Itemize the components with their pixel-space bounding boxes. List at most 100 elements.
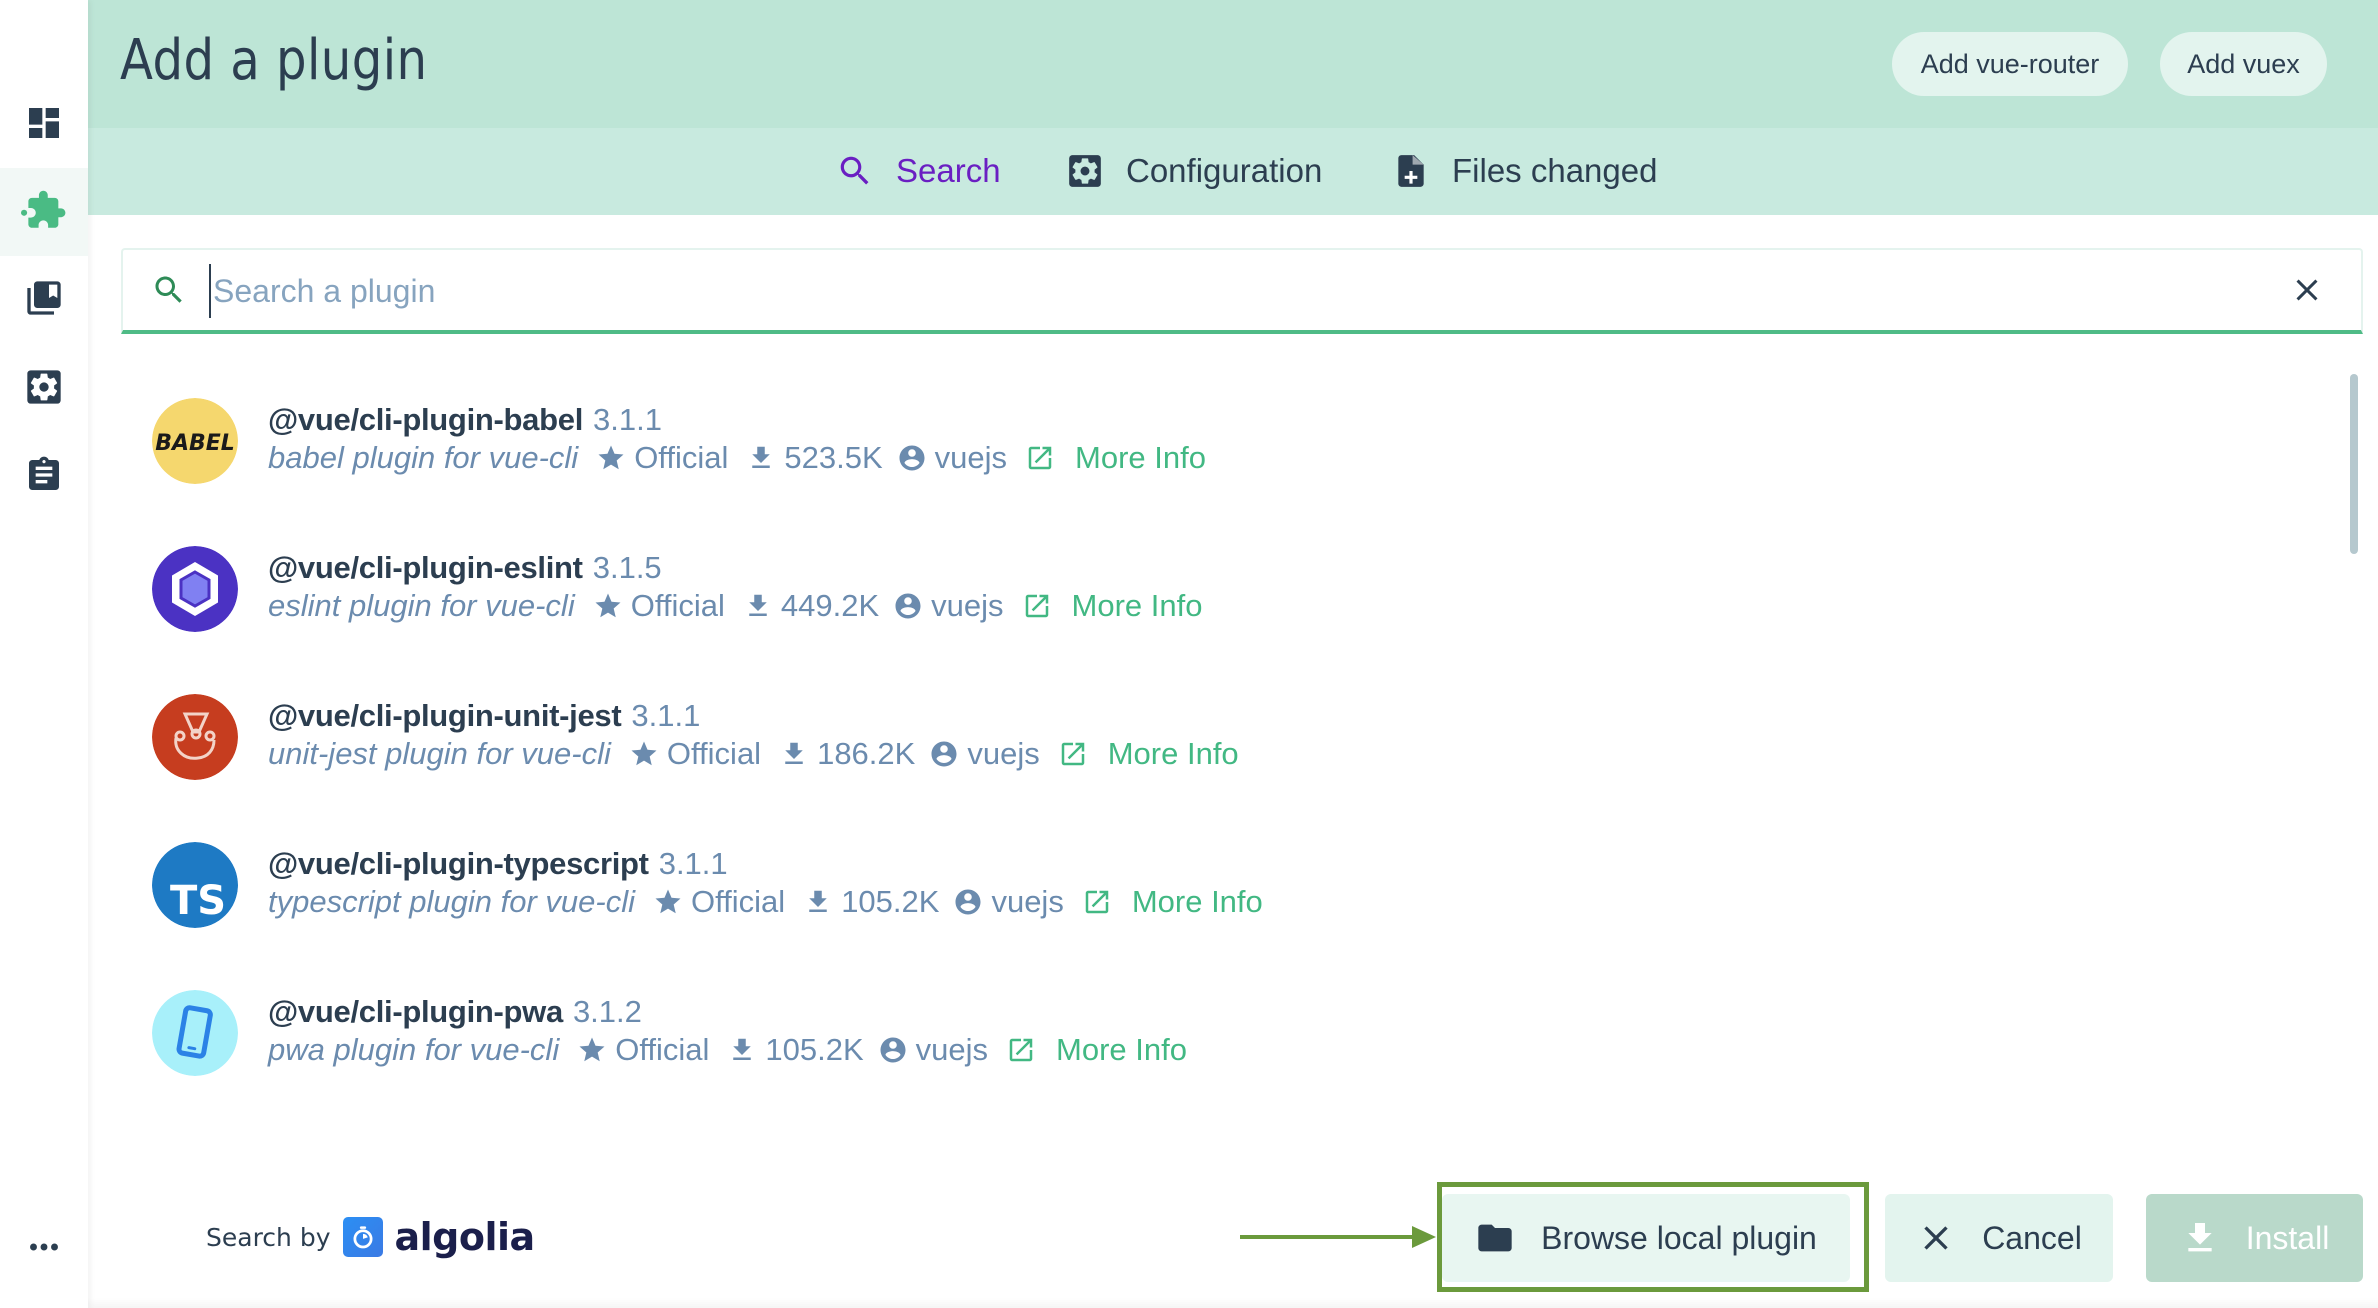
sidebar-item-plugins[interactable]	[0, 168, 88, 256]
plugin-row[interactable]: @vue/cli-plugin-pwa 3.1.2 pwa plugin for …	[88, 962, 2288, 1102]
sidebar-item-dashboard[interactable]	[0, 79, 88, 167]
star-icon	[655, 889, 681, 914]
footer-divider	[88, 1298, 2378, 1308]
plugin-version: 3.1.2	[572, 994, 642, 1029]
search-icon	[840, 156, 869, 185]
search-icon	[155, 276, 182, 303]
star-icon	[631, 741, 657, 766]
tab-configuration[interactable]: Configuration	[1066, 146, 1322, 196]
tab-search[interactable]: Search	[836, 146, 1001, 196]
plugin-description: unit-jest plugin for vue-cli	[268, 736, 611, 771]
tab-search-label: Search	[896, 152, 1001, 189]
annotation-arrow-icon	[1240, 1226, 1436, 1248]
external-link-icon[interactable]	[1006, 1035, 1036, 1065]
install-label: Install	[2245, 1219, 2330, 1256]
star-icon	[595, 593, 621, 618]
file-plus-icon	[1398, 155, 1424, 187]
tab-configuration-label: Configuration	[1126, 152, 1323, 189]
clear-search-icon[interactable]	[2289, 272, 2325, 308]
star-icon	[579, 1037, 605, 1062]
plugin-version: 3.1.1	[658, 846, 728, 881]
official-badge: Official	[630, 588, 725, 623]
plugin-search-input[interactable]	[209, 264, 2209, 318]
page-header: Add a plugin Add vue-router Add vuex	[88, 0, 2378, 128]
main-panel: Add a plugin Add vue-router Add vuex Sea…	[88, 0, 2378, 1308]
tab-files-changed[interactable]: Files changed	[1392, 146, 1657, 196]
external-link-icon[interactable]	[1025, 443, 1055, 473]
more-info-link[interactable]: More Info	[1056, 1032, 1187, 1068]
plugin-description: eslint plugin for vue-cli	[268, 588, 575, 623]
typescript-logo: TS	[152, 842, 238, 928]
more-info-link[interactable]: More Info	[1132, 884, 1263, 920]
plugin-search-field	[121, 248, 2363, 334]
external-link-icon[interactable]	[1022, 591, 1052, 621]
download-icon	[809, 890, 827, 912]
download-icon	[752, 446, 771, 468]
plugin-name: @vue/cli-plugin-unit-jest	[268, 698, 622, 733]
gear-icon	[1069, 155, 1101, 187]
official-badge: Official	[615, 1032, 710, 1067]
eslint-logo	[152, 546, 238, 632]
jest-logo	[152, 694, 238, 780]
plugin-row[interactable]: BABEL @vue/cli-plugin-babel 3.1.1 babel p…	[88, 370, 2288, 510]
sidebar-item-configuration[interactable]	[0, 343, 88, 431]
add-vuex-button[interactable]: Add vuex	[2160, 32, 2327, 96]
plugin-name: @vue/cli-plugin-eslint	[268, 550, 583, 585]
more-info-link[interactable]: More Info	[1075, 440, 1206, 476]
sidebar-more-button[interactable]	[0, 1203, 88, 1291]
browse-local-plugin-button[interactable]: Browse local plugin	[1442, 1194, 1850, 1282]
search-by-label: Search by	[206, 1222, 331, 1252]
download-count: 105.2K	[841, 884, 940, 919]
official-badge: Official	[691, 884, 786, 919]
plugin-owner: vuejs	[967, 736, 1040, 771]
algolia-stopwatch-icon	[342, 1217, 383, 1257]
sidebar	[0, 0, 88, 1308]
plugin-version: 3.1.1	[631, 698, 701, 733]
official-badge: Official	[634, 440, 729, 475]
user-icon	[895, 593, 921, 619]
more-info-link[interactable]: More Info	[1072, 588, 1203, 624]
download-count: 523.5K	[784, 440, 883, 475]
browse-label: Browse local plugin	[1541, 1219, 1817, 1256]
svg-text:BABEL: BABEL	[155, 431, 235, 456]
user-icon	[899, 445, 925, 471]
plugin-row[interactable]: @vue/cli-plugin-eslint 3.1.5 eslint plugi…	[88, 518, 2288, 658]
clipboard-icon	[29, 456, 59, 490]
star-icon	[598, 445, 624, 470]
install-button[interactable]: Install	[2146, 1194, 2363, 1282]
download-icon	[749, 594, 767, 616]
svg-text:TS: TS	[170, 878, 226, 924]
cancel-label: Cancel	[1982, 1219, 2082, 1256]
dashboard-icon	[29, 108, 59, 138]
tab-files-changed-label: Files changed	[1452, 152, 1658, 189]
babel-logo: BABEL	[152, 398, 238, 484]
pwa-logo	[152, 990, 238, 1076]
more-dots-icon	[30, 1243, 58, 1251]
download-icon	[733, 1038, 752, 1060]
list-scrollbar[interactable]	[2350, 374, 2358, 554]
plugin-owner: vuejs	[991, 884, 1064, 919]
external-link-icon[interactable]	[1082, 887, 1112, 917]
download-icon	[2188, 1223, 2212, 1252]
plugin-description: typescript plugin for vue-cli	[268, 884, 635, 919]
close-icon	[1924, 1226, 1948, 1250]
user-icon	[955, 889, 981, 915]
puzzle-icon	[21, 190, 66, 228]
external-link-icon[interactable]	[1058, 739, 1088, 769]
plugin-row[interactable]: @vue/cli-plugin-unit-jest 3.1.1 unit-jest…	[88, 666, 2288, 806]
plugin-name: @vue/cli-plugin-typescript	[268, 846, 649, 881]
cancel-button[interactable]: Cancel	[1885, 1194, 2113, 1282]
more-info-link[interactable]: More Info	[1108, 736, 1239, 772]
algolia-logo: algolia	[394, 1215, 536, 1259]
plugin-row[interactable]: TS @vue/cli-plugin-typescript 3.1.1 types…	[88, 814, 2288, 954]
search-by-algolia[interactable]: Search by algolia	[206, 1215, 535, 1259]
plugin-name: @vue/cli-plugin-pwa	[268, 994, 563, 1029]
user-icon	[931, 741, 957, 767]
download-count: 105.2K	[765, 1032, 864, 1067]
user-icon	[880, 1037, 906, 1063]
sidebar-item-dependencies[interactable]	[0, 254, 88, 342]
book-icon	[27, 281, 61, 315]
add-vue-router-button[interactable]: Add vue-router	[1892, 32, 2128, 96]
plugin-owner: vuejs	[934, 440, 1008, 475]
sidebar-item-tasks[interactable]	[0, 431, 88, 519]
